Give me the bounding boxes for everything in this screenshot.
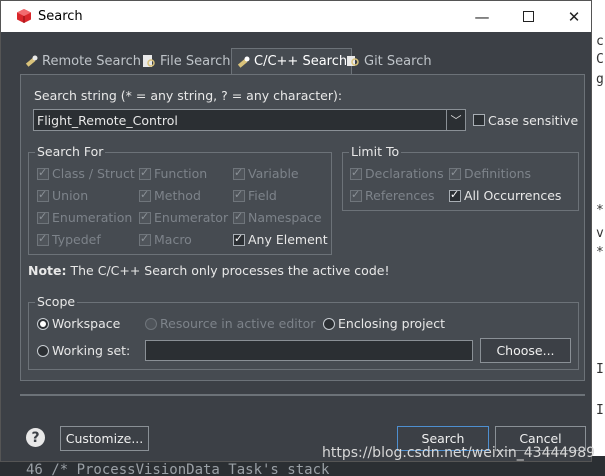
tab-cpp-search[interactable]: C/C++ Search <box>231 48 353 74</box>
case-sensitive-checkbox[interactable] <box>473 114 485 126</box>
macro-checkbox[interactable] <box>139 232 151 246</box>
variable-checkbox[interactable] <box>233 166 245 180</box>
references-label: References <box>365 188 435 203</box>
search-string-label: Search string (* = any string, ? = any c… <box>34 88 343 103</box>
definitions-checkbox[interactable] <box>449 166 461 180</box>
enumerator-checkbox[interactable] <box>139 210 151 224</box>
resource-in-editor-label: Resource in active editor <box>160 316 316 331</box>
editor-right-edge: c C g * v * I I <box>592 0 605 476</box>
minimize-icon: — <box>474 7 490 26</box>
note-message: The C/C++ Search only processes the acti… <box>70 263 390 278</box>
enumeration-label: Enumeration <box>52 210 133 225</box>
dialog-separator <box>20 394 585 396</box>
class-struct-checkbox[interactable] <box>37 166 49 180</box>
git-search-icon <box>347 56 359 66</box>
tab-label: Remote Search <box>42 53 141 69</box>
search-dialog: Search — ✕ Remote Search File Search C/C… <box>0 0 592 462</box>
search-string-combo[interactable]: Flight_Remote_Control ﹀ <box>33 109 466 131</box>
editor-code-text: 46 /* ProcessVisionData Task's stack <box>26 462 330 476</box>
enclosing-project-radio[interactable] <box>323 318 335 330</box>
choose-button[interactable]: Choose... <box>480 338 571 363</box>
editor-char: * <box>596 203 604 218</box>
scope-title: Scope <box>35 294 78 309</box>
all-occurrences-checkbox[interactable] <box>449 188 461 202</box>
typedef-checkbox[interactable] <box>37 232 49 246</box>
editor-char: I <box>596 362 604 377</box>
method-checkbox[interactable] <box>139 188 151 202</box>
resource-in-editor-radio[interactable] <box>145 318 157 330</box>
macro-label: Macro <box>154 232 192 247</box>
watermark-text: https://blog.csdn.net/weixin_43444989 <box>322 445 596 461</box>
note-bold: Note: <box>28 263 67 278</box>
maximize-icon <box>522 11 534 22</box>
declarations-label: Declarations <box>365 166 444 181</box>
namespace-label: Namespace <box>248 210 322 225</box>
any-element-checkbox[interactable] <box>233 232 245 246</box>
chevron-down-icon[interactable]: ﹀ <box>446 110 465 130</box>
editor-char: I <box>596 403 604 418</box>
workspace-radio[interactable] <box>37 318 49 330</box>
help-icon[interactable]: ? <box>26 428 45 447</box>
tab-git-search[interactable]: Git Search <box>346 50 432 72</box>
working-set-label: Working set: <box>52 343 131 358</box>
maximize-button[interactable] <box>505 1 551 32</box>
file-search-icon <box>143 55 155 67</box>
editor-char: g <box>596 72 604 87</box>
tab-file-search[interactable]: File Search <box>142 50 231 72</box>
note-text: Note: The C/C++ Search only processes th… <box>28 263 389 278</box>
window-title: Search <box>38 9 83 24</box>
field-label: Field <box>248 188 277 203</box>
union-checkbox[interactable] <box>37 188 49 202</box>
flashlight-icon <box>237 56 250 68</box>
union-label: Union <box>52 188 89 203</box>
function-checkbox[interactable] <box>139 166 151 180</box>
close-icon: ✕ <box>567 7 581 26</box>
function-label: Function <box>154 166 208 181</box>
all-occurrences-label: All Occurrences <box>464 188 562 203</box>
title-bar: Search — ✕ <box>1 1 591 32</box>
tab-label: File Search <box>160 53 231 69</box>
customize-button[interactable]: Customize... <box>60 426 149 451</box>
workspace-label: Workspace <box>52 316 121 331</box>
editor-char: * <box>596 245 604 260</box>
minimize-button[interactable]: — <box>459 1 505 32</box>
references-checkbox[interactable] <box>350 188 362 202</box>
case-sensitive-label: Case sensitive <box>488 113 579 128</box>
declarations-checkbox[interactable] <box>350 166 362 180</box>
editor-char: C <box>596 52 604 67</box>
close-button[interactable]: ✕ <box>551 1 597 32</box>
flashlight-icon <box>25 55 38 67</box>
tab-label: Git Search <box>364 53 432 69</box>
search-for-title: Search For <box>35 144 106 159</box>
tab-remote-search[interactable]: Remote Search <box>24 50 141 72</box>
typedef-label: Typedef <box>52 232 101 247</box>
editor-char: v <box>596 226 604 241</box>
tab-label: C/C++ Search <box>254 54 348 69</box>
eclipse-cube-icon <box>17 9 31 23</box>
editor-char: c <box>596 34 604 49</box>
class-struct-label: Class / Struct <box>52 166 135 181</box>
enumeration-checkbox[interactable] <box>37 210 49 224</box>
namespace-checkbox[interactable] <box>233 210 245 224</box>
limit-to-title: Limit To <box>349 144 402 159</box>
field-checkbox[interactable] <box>233 188 245 202</box>
working-set-radio[interactable] <box>37 345 49 357</box>
definitions-label: Definitions <box>464 166 532 181</box>
search-tabs: Remote Search File Search C/C++ Search G… <box>19 48 585 74</box>
any-element-label: Any Element <box>248 232 328 247</box>
working-set-field[interactable] <box>145 340 473 361</box>
enclosing-project-label: Enclosing project <box>338 316 446 331</box>
enumerator-label: Enumerator <box>154 210 229 225</box>
method-label: Method <box>154 188 201 203</box>
search-string-value[interactable]: Flight_Remote_Control <box>37 113 178 128</box>
variable-label: Variable <box>248 166 299 181</box>
